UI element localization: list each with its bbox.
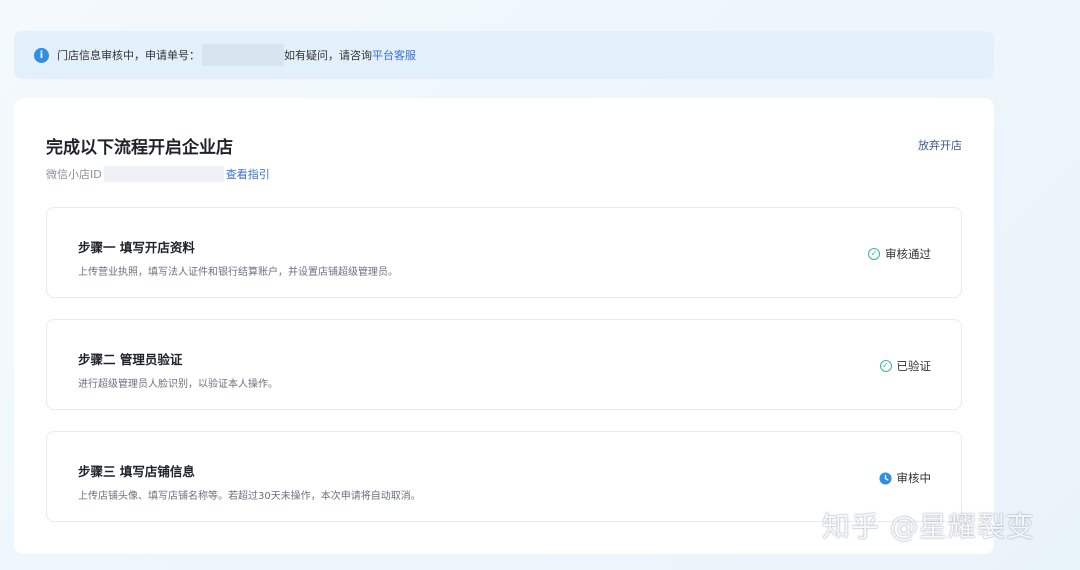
onboarding-card: 完成以下流程开启企业店 放弃开店 微信小店ID 查看指引 步骤一 填写开店资料 …: [14, 98, 994, 554]
shop-id-row: 微信小店ID 查看指引: [46, 166, 270, 182]
step-desc: 上传营业执照，填写法人证件和银行结算账户，并设置店铺超级管理员。: [78, 267, 398, 278]
clock-icon: [878, 471, 892, 485]
step-desc: 进行超级管理员人脸识别，以验证本人操作。: [78, 379, 278, 390]
view-guide-link[interactable]: 查看指引: [226, 166, 270, 182]
notice-text: 门店信息审核中，申请单号：: [57, 49, 200, 62]
shop-id-mask: [103, 166, 224, 182]
step-status-label: 审核通过: [885, 247, 931, 261]
check-circle-icon: ✓: [868, 248, 880, 260]
notice-text-after: 如有疑问，请咨询: [284, 49, 372, 62]
page-title: 完成以下流程开启企业店: [46, 138, 233, 158]
check-circle-icon: ✓: [879, 360, 892, 372]
step-status: ✓ 已验证: [879, 358, 932, 374]
watermark: 知乎 @星耀裂变: [822, 510, 1035, 543]
notice-banner: i 门店信息审核中，申请单号： 如有疑问，请咨询 平台客服: [14, 31, 994, 79]
abandon-shop-button[interactable]: 放弃开店: [918, 137, 962, 153]
platform-support-link[interactable]: 平台客服: [372, 47, 416, 63]
step-card-2[interactable]: 步骤二 管理员验证 进行超级管理员人脸识别，以验证本人操作。 ✓ 已验证: [46, 319, 962, 410]
step-status: ✓ 审核通过: [868, 246, 931, 262]
step-title: 步骤三 填写店铺信息: [78, 464, 195, 479]
info-icon: i: [34, 47, 49, 63]
step-title: 步骤一 填写开店资料: [78, 240, 195, 255]
step-title: 步骤二 管理员验证: [78, 352, 183, 367]
application-number-mask: [202, 44, 284, 66]
step-status-label: 审核中: [896, 471, 932, 485]
step-status: 审核中: [878, 470, 932, 486]
step-desc: 上传店铺头像、填写店铺名称等。若超过30天未操作，本次申请将自动取消。: [78, 491, 421, 502]
step-card-1[interactable]: 步骤一 填写开店资料 上传营业执照，填写法人证件和银行结算账户，并设置店铺超级管…: [46, 207, 962, 298]
shop-id-label: 微信小店ID: [46, 168, 102, 181]
step-status-label: 已验证: [896, 359, 932, 373]
